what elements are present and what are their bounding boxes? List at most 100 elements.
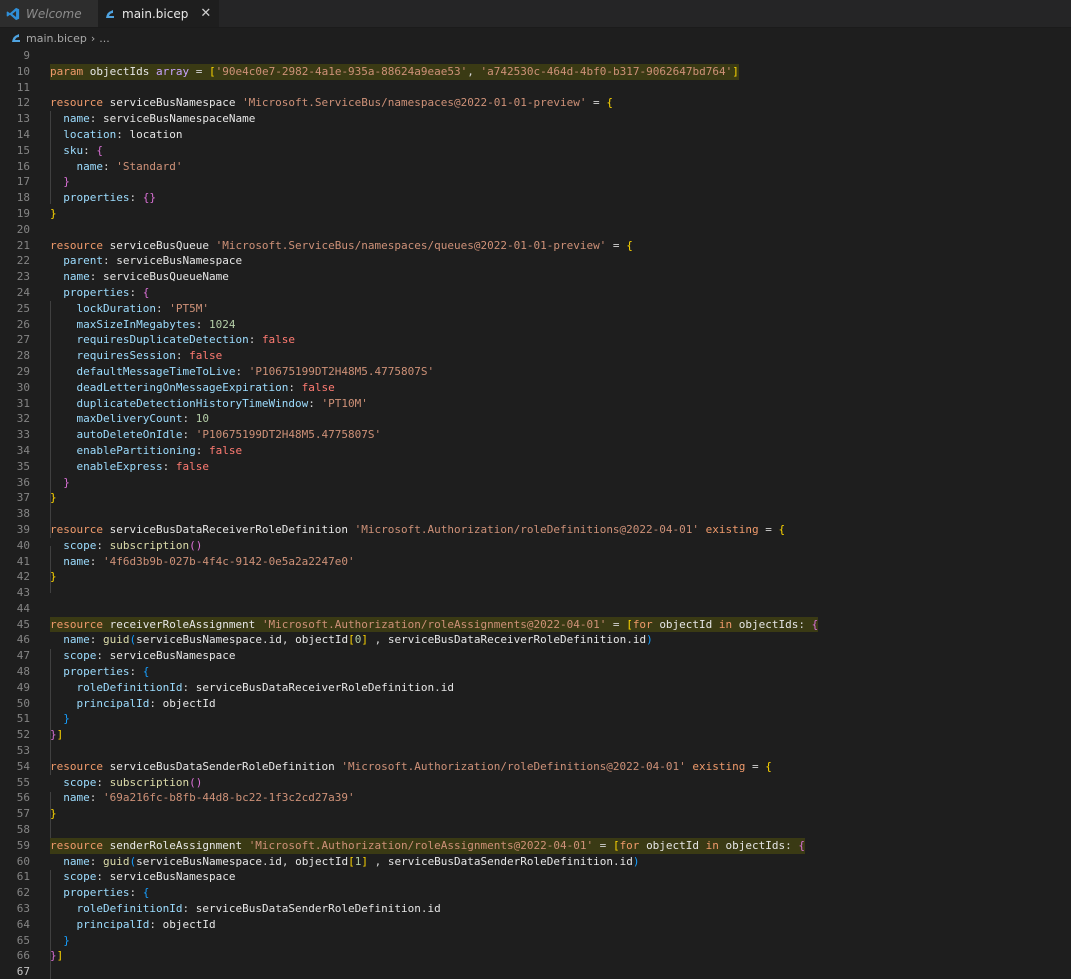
code-token: 'Microsoft.Authorization/roleAssignments…: [248, 838, 594, 852]
code-token: 'P10675199DT2H48M5.4775807S': [195, 428, 382, 442]
code-line[interactable]: 54 resource serviceBusDataSenderRoleDefin…: [0, 759, 1071, 775]
code-line[interactable]: 53: [0, 743, 1071, 759]
line-code: name: serviceBusQueueName: [50, 269, 229, 285]
code-line[interactable]: 17 }: [0, 174, 1071, 190]
line-code: location: location: [50, 127, 182, 143]
code-line[interactable]: 58: [0, 822, 1071, 838]
line-number: 32: [16, 412, 30, 426]
code-line[interactable]: 38: [0, 506, 1071, 522]
code-line[interactable]: 49 roleDefinitionId: serviceBusDataRecei…: [0, 680, 1071, 696]
code-line[interactable]: 20: [0, 222, 1071, 238]
code-token: :: [89, 854, 103, 868]
code-line[interactable]: 23 name: serviceBusQueueName: [0, 269, 1071, 285]
code-token: properties: [63, 191, 130, 205]
tab-welcome[interactable]: Welcome: [0, 0, 98, 27]
line-code: maxDeliveryCount: 10: [50, 411, 209, 427]
code-line[interactable]: 42}: [0, 569, 1071, 585]
code-line[interactable]: 67: [0, 964, 1071, 979]
code-line[interactable]: 55 scope: subscription(): [0, 775, 1071, 791]
close-icon[interactable]: ✕: [200, 6, 211, 21]
code-line[interactable]: 12 resource serviceBusNamespace 'Microsof…: [0, 95, 1071, 111]
code-line[interactable]: 57}: [0, 806, 1071, 822]
code-line[interactable]: 27 requiresDuplicateDetection: false: [0, 332, 1071, 348]
code-line[interactable]: 45 resource receiverRoleAssignment 'Micro…: [0, 616, 1071, 633]
code-line[interactable]: 60 name: guid(serviceBusNamespace.id, ob…: [0, 854, 1071, 870]
code-line[interactable]: 29 defaultMessageTimeToLive: 'P10675199D…: [0, 364, 1071, 380]
line-number: 53: [16, 744, 30, 758]
code-line[interactable]: 44: [0, 601, 1071, 617]
code-line[interactable]: 28 requiresSession: false: [0, 348, 1071, 364]
code-token: :: [96, 870, 110, 884]
code-line[interactable]: 18 properties: {}: [0, 190, 1071, 206]
code-line[interactable]: 15 sku: {: [0, 143, 1071, 159]
code-token: ,: [367, 854, 388, 868]
code-line[interactable]: 21 resource serviceBusQueue 'Microsoft.Se…: [0, 238, 1071, 254]
code-line[interactable]: 61 scope: serviceBusNamespace: [0, 869, 1071, 885]
code-line[interactable]: 51 }: [0, 711, 1071, 727]
code-line[interactable]: 14 location: location: [0, 127, 1071, 143]
line-number: 17: [16, 175, 30, 189]
code-token: :: [798, 617, 812, 631]
code-line[interactable]: 33 autoDeleteOnIdle: 'P10675199DT2H48M5.…: [0, 427, 1071, 443]
code-line[interactable]: 64 principalId: objectId: [0, 917, 1071, 933]
code-line[interactable]: 40 scope: subscription(): [0, 538, 1071, 554]
code-line[interactable]: 63 roleDefinitionId: serviceBusDataSende…: [0, 901, 1071, 917]
breadcrumb-file[interactable]: main.bicep: [26, 32, 87, 45]
code-token: lockDuration: [76, 301, 156, 315]
code-line[interactable]: 59 resource senderRoleAssignment 'Microso…: [0, 837, 1071, 854]
code-line[interactable]: 43: [0, 585, 1071, 601]
breadcrumb-more[interactable]: ...: [99, 32, 110, 45]
code-line[interactable]: 37}: [0, 490, 1071, 506]
code-line[interactable]: 13 name: serviceBusNamespaceName: [0, 111, 1071, 127]
code-token: maxDeliveryCount: [76, 412, 183, 426]
code-token: 'Microsoft.ServiceBus/namespaces/queues@…: [215, 238, 607, 252]
code-line[interactable]: 34 enablePartitioning: false: [0, 443, 1071, 459]
code-editor[interactable]: 9 10 param objectIds array = ['90e4c0e7-29…: [0, 48, 1071, 979]
code-line[interactable]: 62 properties: {: [0, 885, 1071, 901]
code-line[interactable]: 16 name: 'Standard': [0, 159, 1071, 175]
line-number: 61: [16, 870, 30, 884]
code-line[interactable]: 50 principalId: objectId: [0, 696, 1071, 712]
code-token: :: [235, 364, 249, 378]
code-token: principalId: [76, 917, 150, 931]
code-line[interactable]: 24 properties: {: [0, 285, 1071, 301]
code-token: 'Microsoft.Authorization/roleDefinitions…: [354, 522, 700, 536]
code-line[interactable]: 48 properties: {: [0, 664, 1071, 680]
code-line[interactable]: 10 param objectIds array = ['90e4c0e7-298…: [0, 63, 1071, 80]
code-line[interactable]: 47 scope: serviceBusNamespace: [0, 648, 1071, 664]
code-line[interactable]: 11: [0, 80, 1071, 96]
line-code: }: [50, 174, 70, 190]
code-token: =: [593, 838, 613, 852]
code-line[interactable]: 41 name: '4f6d3b9b-027b-4f4c-9142-0e5a2a…: [0, 554, 1071, 570]
code-line[interactable]: 25 lockDuration: 'PT5M': [0, 301, 1071, 317]
code-token: senderRoleAssignment: [109, 838, 249, 852]
code-line[interactable]: 22 parent: serviceBusNamespace: [0, 253, 1071, 269]
code-line[interactable]: 31 duplicateDetectionHistoryTimeWindow: …: [0, 396, 1071, 412]
code-line[interactable]: 35 enableExpress: false: [0, 459, 1071, 475]
line-code: autoDeleteOnIdle: 'P10675199DT2H48M5.477…: [50, 427, 382, 443]
line-number: 9: [23, 49, 30, 62]
code-line[interactable]: 56 name: '69a216fc-b8fb-44d8-bc22-1f3c2c…: [0, 790, 1071, 806]
code-line[interactable]: 9: [0, 48, 1071, 64]
code-line[interactable]: 52}]: [0, 727, 1071, 743]
code-line[interactable]: 39 resource serviceBusDataReceiverRoleDef…: [0, 522, 1071, 538]
code-line[interactable]: 65 }: [0, 933, 1071, 949]
code-line[interactable]: 26 maxSizeInMegabytes: 1024: [0, 317, 1071, 333]
code-line[interactable]: 46 name: guid(serviceBusNamespace.id, ob…: [0, 632, 1071, 648]
code-line[interactable]: 19}: [0, 206, 1071, 222]
tab-bar: Welcome main.bicep ✕: [0, 0, 1071, 28]
code-token: :: [308, 396, 322, 410]
code-line[interactable]: 30 deadLetteringOnMessageExpiration: fal…: [0, 380, 1071, 396]
line-code: roleDefinitionId: serviceBusDataReceiver…: [50, 680, 455, 696]
tab-main-bicep[interactable]: main.bicep ✕: [98, 0, 220, 27]
code-line[interactable]: 66}]: [0, 948, 1071, 964]
line-number: 13: [16, 112, 30, 126]
code-line[interactable]: 36 }: [0, 475, 1071, 491]
line-number: 56: [16, 791, 30, 805]
line-number: 36: [16, 475, 30, 489]
code-token: name: [63, 270, 90, 284]
code-token: :: [103, 254, 117, 268]
code-line[interactable]: 32 maxDeliveryCount: 10: [0, 411, 1071, 427]
